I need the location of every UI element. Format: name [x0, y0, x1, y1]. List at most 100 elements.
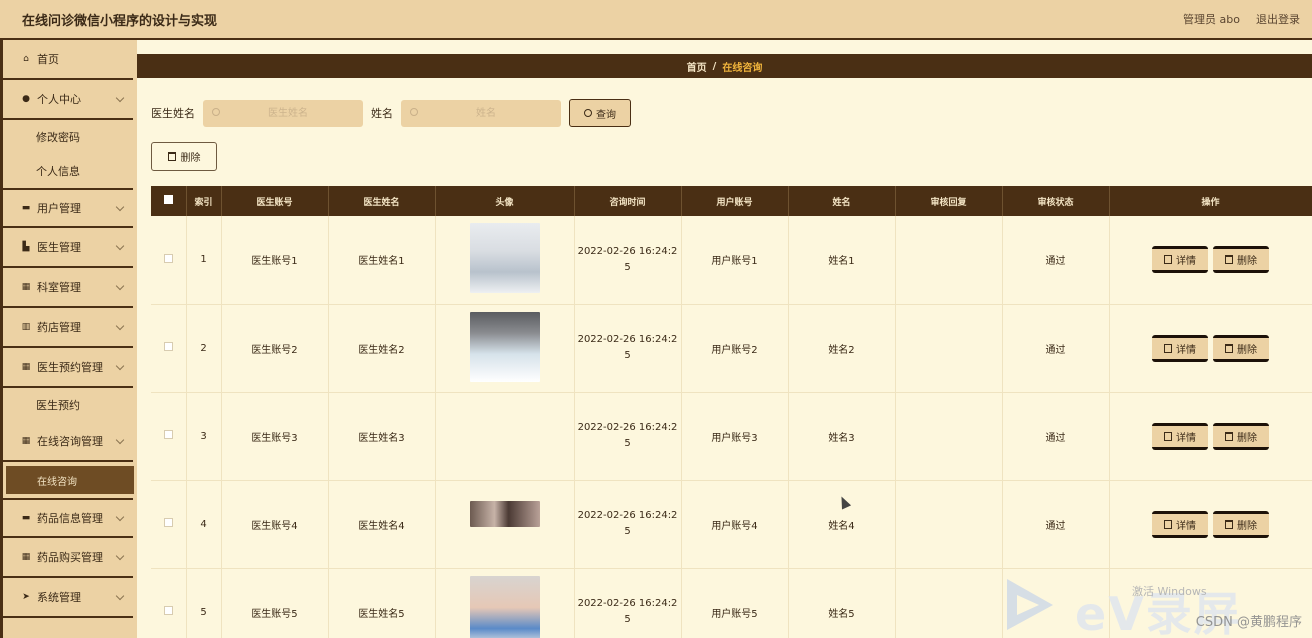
main-content: 首页 / 在线咨询 医生姓名 姓名 查询 删除: [137, 40, 1312, 638]
name-input[interactable]: [411, 99, 561, 127]
column-header: 审核状态: [1002, 186, 1110, 216]
detail-button[interactable]: 详情: [1152, 510, 1208, 538]
table-row: 2 医生账号2 医生姓名2 2022-02-26 16:24:2 5 用户账号2 …: [151, 304, 1312, 393]
sidebar-item-personal[interactable]: ● 个人中心: [3, 80, 133, 120]
sidebar-item-change-password[interactable]: 修改密码: [3, 120, 137, 154]
row-checkbox[interactable]: [163, 253, 173, 263]
reply-cell: [895, 304, 1003, 393]
trash-icon: [1225, 431, 1233, 441]
grid-icon: ▦: [21, 362, 31, 372]
doctor-account-cell: 医生账号5: [221, 568, 329, 638]
sidebar-item-medicine-info[interactable]: ▬ 药品信息管理: [3, 498, 133, 538]
grid-icon: ▦: [21, 282, 31, 292]
table-row: 3 医生账号3 医生姓名3 2022-02-26 16:24:2 5 用户账号3 …: [151, 392, 1312, 481]
sidebar-item-pharmacy[interactable]: ▥ 药店管理: [3, 308, 133, 348]
doctor-account-cell: 医生账号4: [221, 480, 329, 569]
doctor-name-cell: 医生姓名4: [328, 480, 436, 569]
table-row: 4 医生账号4 医生姓名4 2022-02-26 16:24:2 5 用户账号4 …: [151, 480, 1312, 569]
sidebar-item-profile[interactable]: 个人信息: [3, 154, 137, 188]
batch-delete-button[interactable]: 删除: [151, 142, 217, 171]
name-cell: 姓名5: [788, 568, 896, 638]
column-header: 姓名: [788, 186, 896, 216]
detail-button[interactable]: 详情: [1152, 246, 1208, 274]
sidebar-item-departments[interactable]: ▦ 科室管理: [3, 268, 133, 308]
status-cell: 通过: [1002, 480, 1110, 569]
detail-button[interactable]: 详情: [1152, 334, 1208, 362]
delete-label: 删除: [1237, 520, 1257, 532]
sidebar-item-users[interactable]: ▬ 用户管理: [3, 188, 133, 228]
logout-link[interactable]: 退出登录: [1256, 11, 1300, 27]
sidebar-item-doctors[interactable]: ▙ 医生管理: [3, 228, 133, 268]
chart-icon: ▥: [21, 322, 31, 332]
sidebar-item-system[interactable]: ➤ 系统管理: [3, 578, 133, 618]
briefcase-icon: ▬: [21, 203, 31, 213]
consult-time-line: 2022-02-26 16:24:2: [577, 245, 678, 257]
user-icon: ●: [22, 94, 30, 104]
grid-icon: ▦: [21, 552, 31, 562]
row-checkbox[interactable]: [163, 430, 173, 439]
status-cell: 通过: [1002, 392, 1110, 481]
column-header: 头像: [435, 186, 575, 216]
delete-button[interactable]: 删除: [1213, 246, 1269, 274]
sidebar-item-label: 在线咨询: [37, 476, 77, 488]
row-index: 5: [186, 568, 222, 638]
column-header: 用户账号: [681, 186, 789, 216]
name-cell: 姓名3: [788, 392, 896, 481]
status-cell: 通过: [1002, 216, 1110, 305]
row-checkbox[interactable]: [163, 518, 173, 527]
trash-icon: [1225, 519, 1233, 529]
query-button[interactable]: 查询: [569, 99, 631, 127]
sidebar-item-consult-mgmt[interactable]: ▦ 在线咨询管理: [3, 422, 133, 462]
breadcrumb-home[interactable]: 首页: [687, 59, 707, 74]
column-header: 医生账号: [221, 186, 329, 216]
chevron-down-icon: [115, 435, 125, 444]
detail-button[interactable]: 详情: [1152, 422, 1208, 450]
consult-time-line: 5: [624, 526, 631, 537]
sidebar-item-appointment[interactable]: 医生预约: [3, 388, 137, 422]
detail-label: 详情: [1176, 256, 1196, 268]
table-header-row: 索引 医生账号 医生姓名 头像 咨询时间 用户账号 姓名 审核回复 审核状态 操…: [151, 186, 1312, 216]
name-field: [401, 99, 561, 127]
sidebar-item-medicine-purchase[interactable]: ▦ 药品购买管理: [3, 538, 133, 578]
consult-time-line: 5: [624, 438, 631, 449]
reply-cell: [895, 568, 1003, 638]
avatar: [469, 575, 540, 638]
select-all-header: [151, 186, 187, 216]
delete-label: 删除: [1237, 432, 1257, 444]
select-all-checkbox[interactable]: [163, 195, 173, 204]
row-checkbox[interactable]: [163, 342, 173, 351]
sidebar-item-label: 药品购买管理: [37, 551, 103, 564]
sidebar-item-consult[interactable]: 在线咨询: [6, 466, 134, 494]
name-cell: 姓名1: [788, 216, 896, 305]
doctor-account-cell: 医生账号1: [221, 216, 329, 305]
sidebar-item-home[interactable]: ⌂ 首页: [3, 40, 133, 80]
sidebar-item-label: 在线咨询管理: [37, 435, 103, 448]
consult-time-cell: 2022-02-26 16:24:2 5: [574, 304, 682, 393]
sidebar-item-label: 药店管理: [37, 321, 81, 334]
query-label: 查询: [596, 109, 616, 121]
user-account-cell: 用户账号4: [681, 480, 789, 569]
delete-button[interactable]: 删除: [1213, 510, 1269, 538]
sidebar-item-label: 药品信息管理: [37, 512, 103, 525]
consult-time-line: 2022-02-26 16:24:2: [577, 510, 678, 521]
sidebar-item-label: 医生管理: [37, 241, 81, 254]
user-account-cell: 用户账号2: [681, 304, 789, 393]
column-header: 审核回复: [895, 186, 1003, 216]
table-row: 1 医生账号1 医生姓名1 2022-02-26 16:24:2 5 用户账号1 …: [151, 216, 1312, 305]
search-icon: [584, 109, 592, 117]
reply-cell: [895, 216, 1003, 305]
doctor-name-cell: 医生姓名2: [328, 304, 436, 393]
chevron-down-icon: [115, 241, 125, 250]
sidebar-item-appointment-mgmt[interactable]: ▦ 医生预约管理: [3, 348, 133, 388]
reply-cell: [895, 392, 1003, 481]
consult-time-line: 5: [624, 350, 631, 361]
delete-button[interactable]: 删除: [1213, 422, 1269, 450]
consult-time-line: 2022-02-26 16:24:2: [577, 422, 678, 433]
row-checkbox[interactable]: [163, 606, 173, 615]
sidebar-item-label: 医生预约管理: [37, 361, 103, 374]
delete-label: 删除: [1237, 256, 1257, 268]
delete-button[interactable]: 删除: [1213, 334, 1269, 362]
name-label: 姓名: [371, 107, 393, 120]
doctor-account-cell: 医生账号2: [221, 304, 329, 393]
doctor-name-input[interactable]: [213, 99, 363, 127]
